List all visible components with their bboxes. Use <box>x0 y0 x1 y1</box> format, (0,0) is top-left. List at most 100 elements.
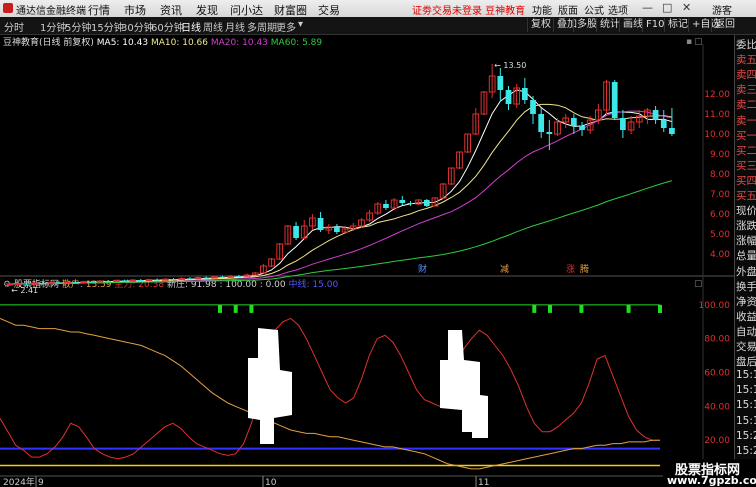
candle-body <box>317 218 324 230</box>
sidebar-item: 买一 <box>736 129 756 142</box>
candle-body <box>80 281 87 284</box>
candle-body <box>137 280 144 281</box>
sidebar-item: 卖四 <box>736 69 756 82</box>
candle-body <box>105 281 111 282</box>
sidebar-item[interactable]: 自动 <box>736 324 756 339</box>
date-label: 10 <box>265 478 277 487</box>
candle-body <box>538 114 545 132</box>
panel-min-icon: ▪ <box>686 37 692 47</box>
candle-body <box>39 283 46 284</box>
sidebar-item[interactable]: 15:20 <box>736 430 756 442</box>
indicator-tick: 80.00 <box>704 335 730 345</box>
candle-body <box>423 200 430 206</box>
candle-body <box>620 118 626 130</box>
indicator-tick: 100.00 <box>699 301 731 311</box>
sidebar-item[interactable]: 15:19 <box>736 384 756 396</box>
candle-body <box>170 279 177 281</box>
event-label: 涨 <box>566 264 575 275</box>
stock-chart[interactable]: 12.00 11.00 10.00 9.00 8.00 7.00 6.00 5.00 4.00 ←… <box>0 0 734 487</box>
panel-max-icon: ▢ <box>694 37 703 47</box>
candle-body <box>203 277 210 279</box>
sidebar-item: 买三 <box>736 159 756 172</box>
price-tick: 9.00 <box>710 150 730 160</box>
price-tick: 12.00 <box>704 90 730 100</box>
sidebar-item: 卖三 <box>736 84 756 97</box>
sidebar-item[interactable]: 15:19 <box>736 415 756 427</box>
candle-body <box>23 283 30 285</box>
price-tick: 10.00 <box>704 130 730 140</box>
sidebar-item: 卖五 <box>736 54 756 67</box>
candle-body <box>121 280 128 282</box>
candle-body <box>571 118 577 126</box>
candle-body <box>63 281 71 284</box>
candle-body <box>293 226 299 238</box>
sidebar-item: 现价 <box>736 205 756 218</box>
price-tick: 5.00 <box>710 230 730 240</box>
event-label: 腾 <box>580 263 589 275</box>
white-overlay-block <box>440 330 488 438</box>
watermark: 股票指标网 www.7gpzb.com <box>663 459 756 487</box>
green-signal-bar <box>249 304 254 313</box>
indicator-tick: 40.00 <box>704 402 730 412</box>
sidebar-item: 换手 <box>736 280 756 293</box>
candle-body <box>669 128 675 134</box>
candle-body <box>56 282 62 284</box>
price-tick: 11.00 <box>704 110 730 120</box>
watermark-url: www.7gpzb.com <box>667 474 756 487</box>
candle-body <box>399 200 406 203</box>
green-signal-bar <box>532 304 537 313</box>
candle-body <box>145 279 153 282</box>
candle-body <box>154 279 161 281</box>
sanhu-line <box>0 317 660 470</box>
sidebar-item[interactable]: 15:19 <box>736 369 756 381</box>
ma10-line <box>10 103 672 285</box>
candle-body <box>611 82 618 118</box>
candle-body <box>334 227 340 232</box>
indicator-panel-icon: ▢ <box>694 279 703 289</box>
sidebar-item: 收益 <box>736 310 756 323</box>
sidebar-item: 涨跌 <box>736 220 756 233</box>
sidebar-item: 净资 <box>736 295 756 308</box>
candle-body <box>497 76 504 90</box>
price-tick: 4.00 <box>710 250 730 260</box>
sidebar-item: 买二 <box>736 144 756 157</box>
quote-sidebar: 委比 卖五 卖四 卖三 卖二 卖一 买一 买二 买三 买四 买五 现价 涨跌 涨幅 总量 外盘 换手 净资 收益 自动… <box>734 35 756 487</box>
candle-body <box>72 282 79 283</box>
event-label: 财 <box>418 263 427 275</box>
candle-body <box>652 110 659 120</box>
indicator-tick: 20.00 <box>704 436 730 446</box>
sidebar-item[interactable]: 15:19 <box>736 399 756 411</box>
candle-body <box>161 278 169 281</box>
candle-body <box>236 276 242 277</box>
sidebar-item[interactable]: 盘后 <box>736 354 756 369</box>
sidebar-item[interactable]: 交易 <box>736 339 756 354</box>
candle-body <box>186 278 193 280</box>
candle-body <box>579 126 585 130</box>
green-signal-bar <box>233 304 238 313</box>
green-signal-bar <box>658 304 662 313</box>
green-signal-bar <box>579 304 584 313</box>
sidebar-item: 买四 <box>736 174 756 187</box>
candle-body <box>96 280 104 283</box>
price-tick: 7.00 <box>710 190 730 200</box>
candle-body <box>47 281 55 284</box>
candle-body <box>14 283 22 286</box>
zhuli-line <box>0 317 660 460</box>
indicator-tick: 60.00 <box>704 369 730 379</box>
candle-body <box>219 276 226 278</box>
candle-body <box>505 90 512 104</box>
sidebar-item: 卖一 <box>736 114 756 127</box>
high-price-label: ← 13.50 <box>494 61 526 70</box>
sidebar-item[interactable]: 15:23 <box>736 445 756 457</box>
candle-body <box>546 132 553 134</box>
low-price-label: ← 2.41 <box>11 286 38 295</box>
candle-body <box>660 120 667 128</box>
candle-body <box>407 203 414 204</box>
date-label: 11 <box>478 478 489 487</box>
sidebar-item: 委比 <box>736 39 756 51</box>
green-signal-bar <box>218 304 222 313</box>
candle-body <box>88 281 95 283</box>
date-label: 9 <box>38 478 44 487</box>
candle-body <box>521 88 528 100</box>
green-signal-bar <box>626 304 631 313</box>
